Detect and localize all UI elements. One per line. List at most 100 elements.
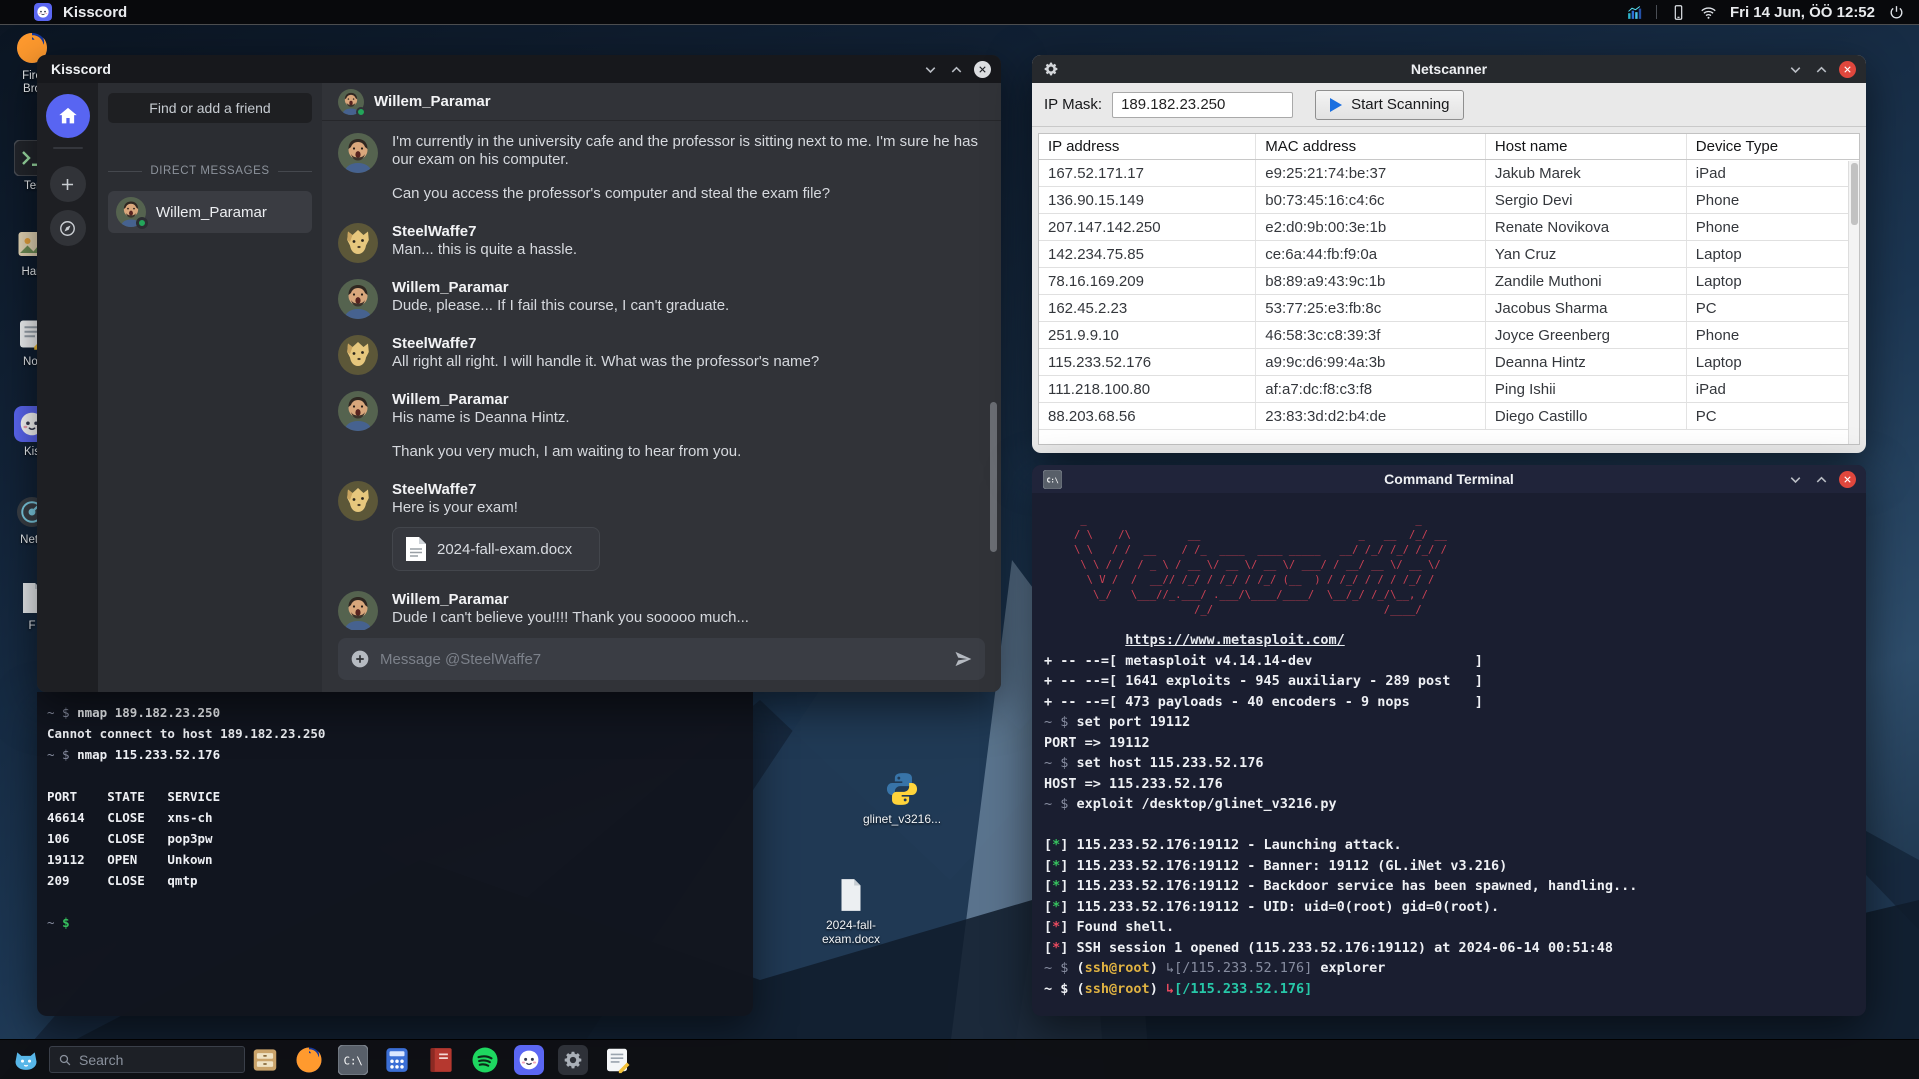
terminal-text: ↳ (1165, 980, 1175, 997)
table-row[interactable]: 162.45.2.23 53:77:25:e3:fb:8c Jacobus Shar… (1039, 295, 1859, 322)
taskbar-search[interactable] (49, 1046, 245, 1073)
netscanner-titlebar[interactable]: Netscanner (1032, 55, 1866, 83)
taskbar-app-file-manager[interactable] (250, 1045, 280, 1075)
minimize-icon[interactable] (1787, 61, 1804, 78)
wifi-icon[interactable] (1700, 4, 1717, 21)
table-row[interactable]: 207.147.142.250 e2:d0:9b:00:3e:1b Renate N… (1039, 214, 1859, 241)
message-text: Can you access the professor's computer … (392, 185, 831, 202)
launcher-icon[interactable] (12, 1046, 40, 1074)
table-cell: Renate Novikova (1486, 214, 1687, 240)
gear-icon (1043, 61, 1059, 77)
kisscord-titlebar[interactable]: Kisscord (37, 55, 1001, 83)
attach-file-icon[interactable] (350, 649, 370, 669)
table-row[interactable]: 115.233.52.176 a9:9c:d6:99:4a:3b Deanna Hi… (1039, 349, 1859, 376)
terminal-titlebar[interactable]: C:\ Command Terminal (1032, 465, 1866, 493)
taskbar-app-book[interactable] (426, 1045, 456, 1075)
performance-chart-icon[interactable] (1626, 4, 1643, 21)
ip-mask-input[interactable] (1112, 91, 1294, 118)
table-scrollbar-thumb[interactable] (1851, 163, 1858, 225)
cmdterm-line: [*] Found shell. (1044, 917, 1852, 938)
taskbar-app-terminal[interactable]: C:\ (338, 1044, 368, 1075)
terminal-text: set port 19112 (1076, 714, 1191, 730)
table-cell: 207.147.142.250 (1039, 214, 1257, 240)
maximize-icon[interactable] (1813, 61, 1830, 78)
cmdterm-line: ~ $ set host 115.233.52.176 (1044, 753, 1852, 774)
chat-scrollbar-thumb[interactable] (990, 402, 997, 552)
taskbar-app-spotify[interactable] (470, 1045, 500, 1075)
terminal-text: PORT => 19112 (1044, 734, 1150, 751)
table-row[interactable]: 111.218.100.80 af:a7:dc:f8:c3:f8 Ping Ishi… (1039, 376, 1859, 403)
search-input[interactable] (79, 1051, 236, 1068)
taskbar-app-settings[interactable] (558, 1044, 588, 1075)
svg-text:C:\: C:\ (344, 1054, 363, 1067)
terminal-text: [ (1044, 878, 1053, 894)
explore-button[interactable] (49, 210, 86, 246)
table-row[interactable]: 136.90.15.149 b0:73:45:16:c4:6c Sergio Dev… (1039, 187, 1859, 214)
terminal-text: ] SSH session 1 opened (115.233.52.176:1… (1060, 939, 1613, 956)
message-author: Willem_Paramar (392, 279, 509, 296)
home-button[interactable] (45, 94, 90, 138)
willem-avatar (338, 133, 378, 173)
desktop-icon-label: 2024-fall-exam.docx (821, 918, 881, 946)
terminal-text: ] 115.233.52.176:19112 - Backdoor servic… (1060, 878, 1638, 894)
table-row[interactable]: 167.52.171.17 e9:25:21:74:be:37 Jakub Mare… (1039, 160, 1859, 187)
terminal-text: ) (1149, 980, 1166, 997)
maximize-icon[interactable] (948, 61, 965, 78)
close-icon[interactable] (1839, 470, 1856, 488)
taskbar-app-firefox[interactable] (294, 1045, 324, 1075)
taskbar-app-calculator[interactable] (382, 1045, 412, 1075)
power-icon[interactable] (1888, 4, 1905, 21)
start-scanning-button[interactable]: Start Scanning (1315, 89, 1465, 120)
table-row[interactable]: 251.9.9.10 46:58:3c:c8:39:3f Joyce Greenbe… (1039, 322, 1859, 349)
taskbar-app-notes[interactable] (602, 1045, 632, 1075)
play-icon (1330, 97, 1343, 112)
terminal-text: + -- --=[ metasploit v4.14.14-dev ] (1044, 652, 1483, 669)
cmdterm-line (1044, 815, 1852, 836)
cmdterm-line: [*] SSH session 1 opened (115.233.52.176… (1044, 938, 1852, 959)
desktop-icon-exam-document[interactable]: 2024-fall-exam.docx (796, 876, 906, 946)
minimize-icon[interactable] (922, 61, 939, 78)
column-header[interactable]: IP address (1039, 134, 1257, 159)
terminal-output: _ _ / \ /\ __ _ __ /_/ __ \ \ / / __ / /… (1032, 493, 1866, 999)
table-row[interactable]: 78.16.169.209 b8:89:a9:43:9c:1b Zandile Mu… (1039, 268, 1859, 295)
terminal-text: [ (1044, 898, 1053, 915)
maximize-icon[interactable] (1813, 471, 1830, 488)
close-icon[interactable] (974, 60, 991, 78)
cmdterm-line: ~ $ exploit /desktop/glinet_v3216.py (1044, 794, 1852, 815)
table-row[interactable]: 88.203.68.56 23:83:3d:d2:b4:de Diego Casti… (1039, 403, 1859, 430)
column-header[interactable]: Device Type (1687, 134, 1859, 159)
message-input[interactable] (380, 650, 943, 668)
close-icon[interactable] (1839, 60, 1856, 78)
add-server-button[interactable] (49, 166, 86, 202)
tray-divider (1655, 5, 1657, 19)
column-header[interactable]: Host name (1486, 134, 1687, 159)
kisscord-sidebar: Find or add a friend DIRECT MESSAGES Wil… (98, 83, 322, 692)
table-row[interactable]: 142.234.75.85 ce:6a:44:fb:f9:0a Yan Cruz La… (1039, 241, 1859, 268)
metasploit-link[interactable]: https://www.metasploit.com/ (1125, 632, 1344, 648)
terminal-text: [ (1044, 939, 1053, 956)
table-cell: 53:77:25:e3:fb:8c (1256, 295, 1486, 321)
table-cell: ce:6a:44:fb:f9:0a (1256, 241, 1486, 267)
column-header[interactable]: MAC address (1256, 134, 1486, 159)
dm-item-willem[interactable]: Willem_Paramar (108, 191, 312, 233)
table-cell: Diego Castillo (1486, 403, 1687, 429)
table-cell: Ping Ishii (1486, 376, 1687, 402)
nmap-line: 106 CLOSE pop3pw (47, 828, 753, 849)
table-cell: Zandile Muthoni (1486, 268, 1687, 294)
attachment-card[interactable]: 2024-fall-exam.docx (392, 527, 600, 571)
find-friend-button[interactable]: Find or add a friend (108, 93, 312, 123)
netscanner-window-title: Netscanner (1410, 61, 1488, 77)
terminal-text: ] 115.233.52.176:19112 - UID: uid=0(root… (1060, 898, 1500, 915)
minimize-icon[interactable] (1787, 471, 1804, 488)
direct-messages-header: DIRECT MESSAGES (108, 165, 312, 177)
desktop-icon-glinet-script[interactable]: glinet_v3216... (847, 770, 957, 826)
send-message-icon[interactable] (953, 649, 973, 669)
terminal-icon: C:\ (1043, 469, 1062, 489)
willem-avatar (338, 591, 378, 630)
message-group: I'm currently in the university cafe and… (338, 133, 981, 203)
clock[interactable]: Fri 14 Jun, ÖÖ 12:52 (1730, 4, 1875, 21)
table-scrollbar[interactable] (1848, 161, 1859, 444)
phone-icon[interactable] (1670, 4, 1687, 21)
taskbar-app-kisscord[interactable] (514, 1044, 544, 1075)
